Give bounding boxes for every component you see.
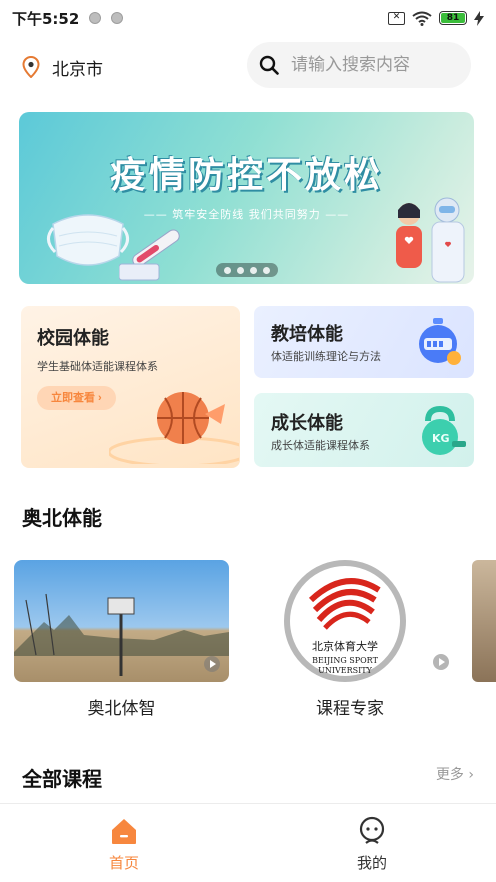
training-fitness-title: 教培体能 bbox=[271, 324, 343, 345]
home-icon bbox=[112, 819, 136, 844]
training-fitness-desc: 体适能训练理论与方法 bbox=[271, 350, 381, 363]
banner-carousel[interactable]: 疫情防控不放松 —— 筑牢安全防线 我们共同努力 —— bbox=[19, 112, 474, 284]
tab-home-label: 首页 bbox=[108, 854, 139, 872]
bottom-tab-bar: 首页 我的 bbox=[0, 803, 496, 882]
carousel-dot[interactable] bbox=[224, 266, 231, 274]
logo-english-line-1: BEIJING SPORT bbox=[312, 656, 378, 665]
banner-title: 疫情防控不放松 bbox=[109, 155, 383, 196]
basketball-court-photo bbox=[14, 593, 229, 676]
wifi-icon bbox=[412, 11, 432, 26]
search-input[interactable] bbox=[291, 55, 451, 75]
medical-workers-illustration bbox=[396, 197, 465, 283]
logo-chinese-text: 北京体育大学 bbox=[312, 640, 378, 653]
campus-fitness-title: 校园体能 bbox=[37, 328, 109, 349]
notification-dot-icon bbox=[89, 12, 102, 24]
svg-text:KG: KG bbox=[432, 432, 450, 445]
tab-profile-label: 我的 bbox=[356, 854, 387, 872]
stopwatch-icon bbox=[419, 318, 461, 365]
course-expert-label: 课程专家 bbox=[316, 699, 384, 719]
growth-fitness-title: 成长体能 bbox=[271, 413, 343, 434]
search-icon bbox=[259, 55, 279, 75]
sim-card-icon: ✕ bbox=[388, 11, 405, 25]
course-expert-tile[interactable]: 北京体育大学 BEIJING SPORT UNIVERSITY bbox=[275, 560, 415, 682]
header: 北京市 bbox=[0, 40, 496, 94]
search-bar[interactable] bbox=[247, 42, 471, 88]
location-pin-icon bbox=[22, 56, 40, 78]
location-label: 北京市 bbox=[52, 59, 103, 80]
next-tile-peek[interactable] bbox=[472, 560, 496, 682]
campus-fitness-card[interactable]: 校园体能 学生基础体适能课程体系 立即查看 › bbox=[21, 306, 240, 468]
growth-fitness-card[interactable]: 成长体能 成长体适能课程体系 KG bbox=[254, 393, 474, 467]
training-fitness-card[interactable]: 教培体能 体适能训练理论与方法 bbox=[254, 306, 474, 378]
aobei-zhi-label: 奥北体智 bbox=[87, 699, 156, 719]
carousel-indicator[interactable] bbox=[216, 263, 278, 277]
profile-icon bbox=[359, 816, 385, 844]
view-now-button[interactable]: 立即查看 › bbox=[37, 386, 116, 410]
status-bar: 下午5:52 ✕ 81 bbox=[0, 0, 496, 36]
aobei-zhi-tile[interactable] bbox=[14, 560, 229, 682]
aobei-section-title: 奥北体能 bbox=[22, 506, 102, 530]
thermometer-illustration bbox=[119, 229, 180, 281]
carousel-dot[interactable] bbox=[263, 266, 270, 274]
growth-fitness-desc: 成长体适能课程体系 bbox=[271, 439, 370, 452]
play-icon bbox=[204, 656, 220, 672]
carousel-dot[interactable] bbox=[237, 266, 244, 274]
charging-icon bbox=[474, 10, 484, 26]
carousel-dot[interactable] bbox=[250, 266, 257, 274]
tab-profile[interactable]: 我的 bbox=[248, 804, 496, 882]
location-selector[interactable]: 北京市 bbox=[22, 55, 103, 80]
campus-fitness-desc: 学生基础体适能课程体系 bbox=[37, 360, 158, 373]
battery-icon: 81 bbox=[439, 11, 467, 25]
tab-home[interactable]: 首页 bbox=[0, 804, 248, 882]
status-time: 下午5:52 bbox=[12, 9, 80, 28]
battery-level: 81 bbox=[441, 13, 465, 23]
all-courses-title: 全部课程 bbox=[22, 767, 102, 791]
basketball-icon bbox=[109, 392, 239, 464]
kettlebell-icon: KG bbox=[422, 405, 466, 455]
more-courses-link[interactable]: 更多 › bbox=[436, 764, 474, 784]
logo-english-line-2: UNIVERSITY bbox=[318, 666, 372, 675]
play-icon bbox=[433, 654, 449, 670]
notification-dot-icon bbox=[111, 12, 124, 24]
